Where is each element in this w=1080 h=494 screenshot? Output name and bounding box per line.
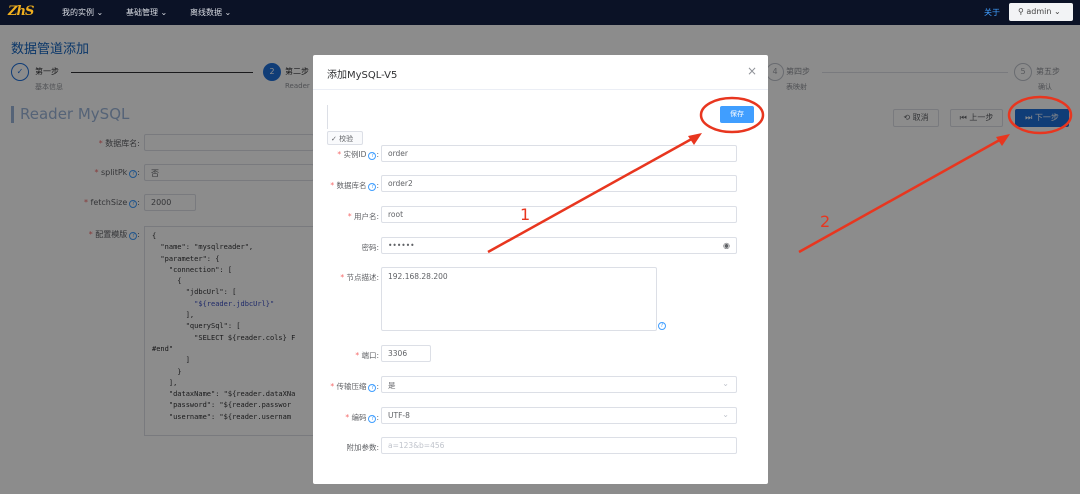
db-name-label: * 数据库名?: bbox=[330, 181, 379, 191]
add-mysql-dialog: 添加MySQL-V5 × 保存 ✓ 校验 * 实例ID?: order * 数据… bbox=[313, 55, 768, 484]
dialog-title: 添加MySQL-V5 bbox=[327, 70, 398, 81]
db-name-input[interactable]: order2 bbox=[381, 175, 737, 192]
password-label: 密码: bbox=[361, 243, 379, 252]
node-desc-label: * 节点描述: bbox=[340, 273, 379, 282]
extra-params-label: 附加参数: bbox=[346, 443, 379, 452]
username-input[interactable]: root bbox=[381, 206, 737, 223]
instance-id-label: * 实例ID?: bbox=[337, 150, 379, 160]
close-icon[interactable]: × bbox=[747, 64, 757, 78]
annotation-number-2: 2 bbox=[820, 212, 831, 231]
instance-id-input[interactable]: order bbox=[381, 145, 737, 162]
nav-my-instances[interactable]: 我的实例 ⌄ bbox=[62, 7, 103, 18]
top-navigation-bar: ZhS 我的实例 ⌄ 基础管理 ⌄ 离线数据 ⌄ 关于 ⚲ admin ⌄ bbox=[0, 0, 1080, 25]
username-label: * 用户名: bbox=[347, 212, 379, 221]
verify-button[interactable]: ✓ 校验 bbox=[327, 131, 363, 145]
help-icon: ? bbox=[658, 322, 666, 330]
save-button[interactable]: 保存 bbox=[720, 106, 754, 123]
port-label: * 端口: bbox=[355, 351, 379, 360]
user-menu-button[interactable]: ⚲ admin ⌄ bbox=[1009, 3, 1073, 21]
annotation-number-1: 1 bbox=[520, 205, 531, 224]
chevron-down-icon: ⌄ bbox=[722, 379, 729, 388]
eye-icon[interactable]: ◉ bbox=[723, 241, 730, 250]
compress-label: * 传输压缩?: bbox=[330, 382, 379, 392]
port-input[interactable]: 3306 bbox=[381, 345, 431, 362]
compress-value: 是 bbox=[388, 381, 396, 390]
compress-select[interactable]: 是 ⌄ bbox=[381, 376, 737, 393]
chevron-down-icon: ⌄ bbox=[722, 410, 729, 419]
editor-edge bbox=[327, 105, 328, 129]
node-desc-textarea[interactable]: 192.168.28.200 bbox=[381, 267, 657, 331]
check-icon: ✓ bbox=[331, 135, 340, 143]
user-name: admin ⌄ bbox=[1026, 7, 1061, 16]
encoding-value: UTF-8 bbox=[388, 411, 410, 420]
encoding-select[interactable]: UTF-8 ⌄ bbox=[381, 407, 737, 424]
encoding-label: * 编码?: bbox=[345, 413, 379, 423]
password-value: •••••• bbox=[388, 241, 415, 250]
nav-basic-management[interactable]: 基础管理 ⌄ bbox=[126, 7, 167, 18]
password-input[interactable]: •••••• ◉ bbox=[381, 237, 737, 254]
verify-label: 校验 bbox=[339, 135, 354, 143]
extra-params-input[interactable]: a=123&b=456 bbox=[381, 437, 737, 454]
nav-offline-data[interactable]: 离线数据 ⌄ bbox=[190, 7, 231, 18]
about-link[interactable]: 关于 bbox=[984, 7, 1000, 18]
dialog-divider bbox=[313, 89, 768, 90]
app-logo[interactable]: ZhS bbox=[8, 4, 34, 19]
